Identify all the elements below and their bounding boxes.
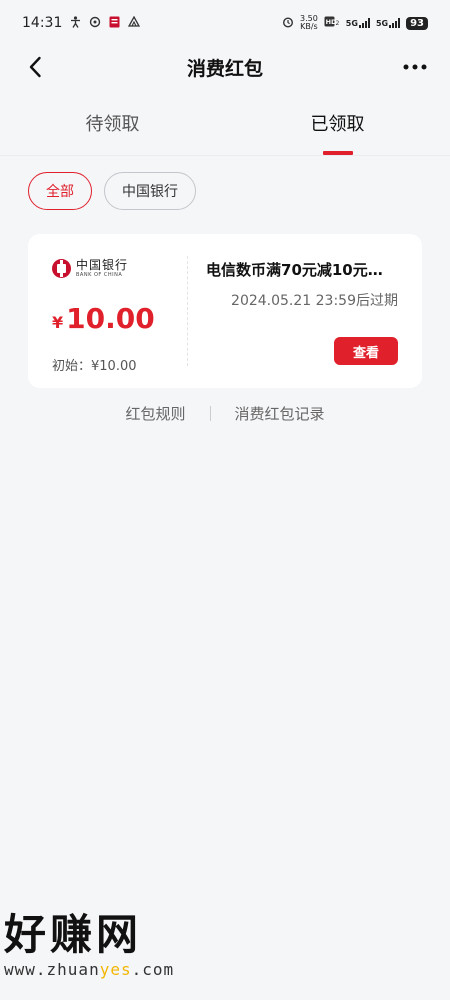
boc-logo-icon [52,258,71,278]
bank-name: 中国银行 BANK OF CHINA [76,259,128,278]
net-speed-unit: KB/s [300,22,318,31]
network-type-2-label: 5G [375,19,389,28]
bottom-links: 红包规则 消费红包记录 [0,403,450,424]
tab-received-label: 已领取 [310,114,365,135]
app-icon [109,16,120,31]
tab-received[interactable]: 已领取 [225,96,450,155]
figure-icon [70,15,81,31]
vpn-icon [89,16,101,31]
coupon-card[interactable]: 中国银行 BANK OF CHINA ¥ 10.00 初始：¥10.00 电信数… [28,234,422,388]
net-speed: 3.50 KB/s [300,15,318,31]
watermark-url-suffix: .com [131,960,175,979]
more-button[interactable] [400,52,430,82]
network-type-1-label: 5G [345,19,358,28]
rules-link[interactable]: 红包规则 [125,403,185,424]
status-left: 14:31 [22,15,141,31]
watermark-url: www.zhuanyes.com [4,960,174,979]
coupon-detail-section: 电信数币满70元减10元… 2024.05.21 23:59后过期 查看 [188,234,422,388]
network-type-1: 5G [346,18,370,28]
coupon-amount-section: 中国银行 BANK OF CHINA ¥ 10.00 初始：¥10.00 [28,234,188,388]
bank-name-en: BANK OF CHINA [76,271,123,278]
bank-name-cn: 中国银行 [76,257,129,272]
watermark: 好赚网 www.zhuanyes.com [4,910,174,980]
tab-pending[interactable]: 待领取 [0,96,225,155]
status-right: 3.50 KB/s HD 2 5G 5G 93 [282,15,428,31]
coupon-amount: ¥ 10.00 [52,302,188,335]
page-title: 消费红包 [186,57,263,80]
chevron-left-icon [29,56,41,78]
link-divider [209,406,211,421]
filter-chip-all[interactable]: 全部 [28,172,92,210]
tab-pending-label: 待领取 [85,114,140,135]
network-type-2: 5G [375,18,401,28]
watermark-url-prefix: www.zhuan [4,960,100,979]
more-dots-icon [403,64,427,70]
filter-chip-boc[interactable]: 中国银行 [104,172,196,210]
back-button[interactable] [20,52,50,82]
header: 消费红包 [0,46,450,88]
tab-bar: 待领取 已领取 [0,96,450,156]
filter-chips: 全部 中国银行 [28,172,196,210]
signal-icon [358,18,370,28]
coupon-title: 电信数币满70元减10元… [206,261,383,279]
tab-active-indicator [322,151,353,155]
coupon-expiry: 2024.05.21 23:59后过期 [231,293,398,309]
svg-text:2: 2 [335,20,339,27]
watermark-title: 好赚网 [4,910,143,959]
signal-icon-2 [389,18,401,28]
watermark-url-accent: yes [99,960,132,979]
amount-value: 10.00 [66,302,155,335]
view-button[interactable]: 查看 [334,337,398,365]
hd-icon: HD 2 [324,16,340,30]
currency-symbol: ¥ [52,313,64,332]
records-link[interactable]: 消费红包记录 [235,403,325,424]
bank-logo: 中国银行 BANK OF CHINA [52,256,188,280]
status-time: 14:31 [22,15,63,31]
alarm-icon [282,16,294,31]
battery-icon: 93 [406,16,428,30]
status-bar: 14:31 3.50 KB/s HD 2 5G 5G 93 [0,0,450,46]
triangle-icon [128,15,141,30]
initial-amount: 初始：¥10.00 [52,359,137,374]
